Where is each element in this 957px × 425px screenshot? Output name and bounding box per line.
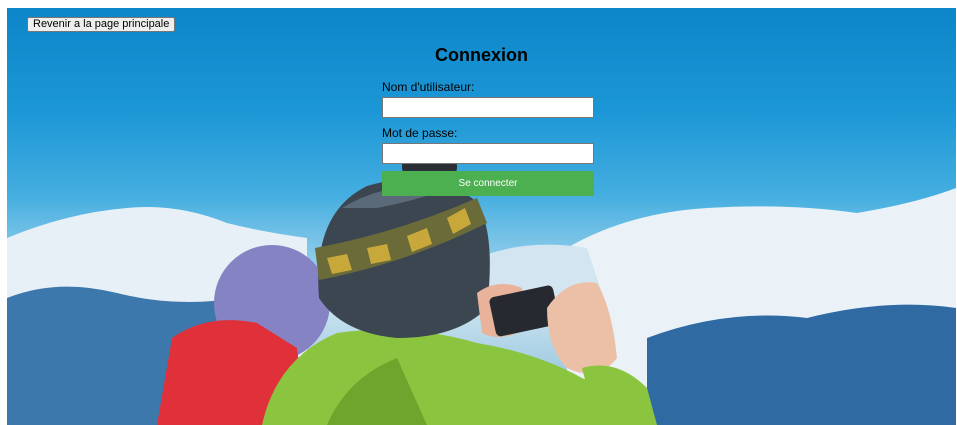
username-label: Nom d'utilisateur: (382, 80, 475, 94)
password-label: Mot de passe: (382, 126, 458, 140)
password-input[interactable] (382, 143, 594, 164)
login-form: Nom d'utilisateur: Mot de passe: Se conn… (382, 80, 594, 196)
username-input[interactable] (382, 97, 594, 118)
login-submit-button[interactable]: Se connecter (382, 171, 594, 196)
background-photo (7, 160, 956, 425)
page-title: Connexion (435, 45, 528, 65)
back-to-main-page-button[interactable]: Revenir a la page principale (27, 17, 176, 32)
page-viewport: Revenir a la page principale Connexion N… (7, 8, 956, 425)
